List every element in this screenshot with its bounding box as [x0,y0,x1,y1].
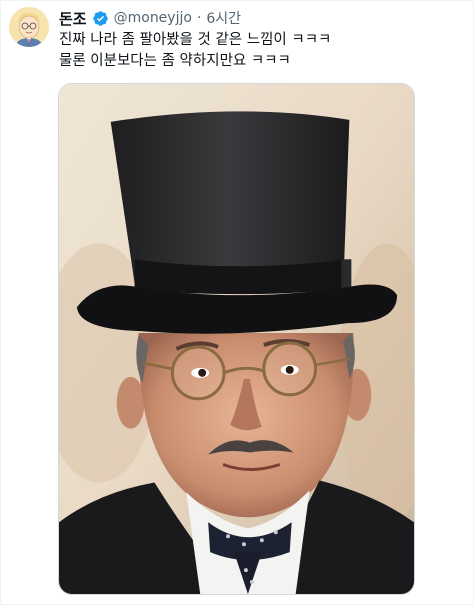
timestamp-link[interactable]: 6시간 [206,8,241,28]
avatar[interactable] [9,7,49,47]
tweet-text: 진짜 나라 좀 팔아봤을 것 같은 느낌이 ㅋㅋㅋ 물론 이분보다는 좀 약하지… [59,30,459,72]
tweet-header: 돈조 @moneyjjo · 6시간 [59,8,241,28]
tweet-card[interactable]: 돈조 @moneyjjo · 6시간 진짜 나라 좀 팔아봤을 것 같은 느낌이… [0,0,474,605]
cartoon-avatar-icon [9,7,49,47]
photo-icon [59,84,414,594]
tweet-text-line: 물론 이분보다는 좀 약하지만요 ㅋㅋㅋ [59,53,291,69]
user-handle[interactable]: @moneyjjo [114,10,192,26]
display-name[interactable]: 돈조 [59,8,87,29]
tweet-text-line: 진짜 나라 좀 팔아봤을 것 같은 느낌이 ㅋㅋㅋ [59,32,332,48]
tweet-photo[interactable] [58,83,415,595]
separator-dot: · [196,10,202,26]
verified-badge-icon [92,10,109,27]
